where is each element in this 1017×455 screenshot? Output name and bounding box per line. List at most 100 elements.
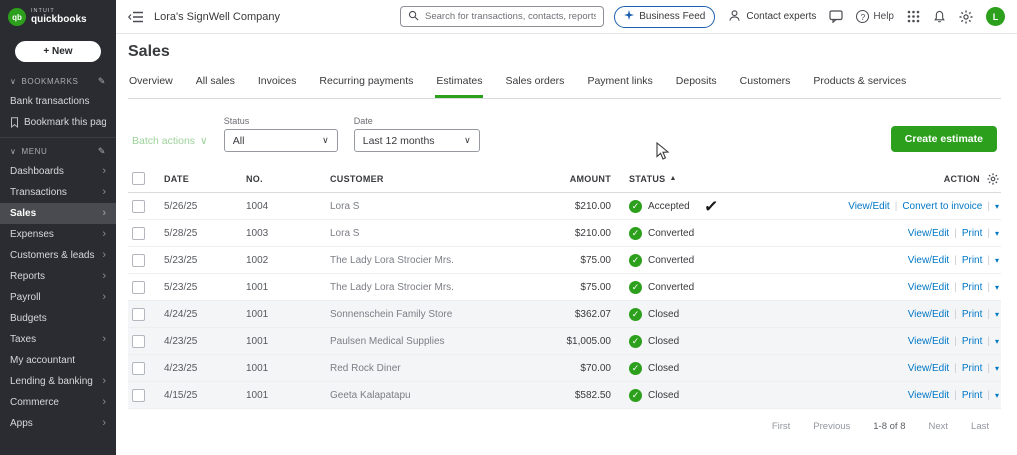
sidebar-item-reports[interactable]: Reports › — [0, 266, 116, 287]
table-row: 5/23/25 1002 The Lady Lora Strocier Mrs.… — [128, 247, 1001, 274]
table-settings-gear-icon[interactable] — [987, 173, 999, 185]
expert-person-icon — [728, 9, 741, 25]
help-button[interactable]: ? Help — [856, 10, 894, 23]
row-checkbox[interactable] — [132, 281, 145, 294]
row-checkbox[interactable] — [132, 254, 145, 267]
print-link[interactable]: Print — [962, 336, 983, 347]
tab-all-sales[interactable]: All sales — [195, 71, 236, 98]
print-link[interactable]: Print — [962, 390, 983, 401]
row-checkbox[interactable] — [132, 362, 145, 375]
sidebar-item-commerce[interactable]: Commerce › — [0, 392, 116, 413]
edit-menu-icon[interactable]: ✎ — [98, 146, 106, 157]
pagination-first[interactable]: First — [772, 421, 790, 432]
user-avatar[interactable]: L — [986, 7, 1005, 26]
select-all-checkbox[interactable] — [132, 172, 145, 185]
sidebar-item-sales[interactable]: Sales › — [0, 203, 116, 224]
action-dropdown-caret[interactable]: ▾ — [995, 337, 999, 346]
row-checkbox[interactable] — [132, 200, 145, 213]
pagination-next[interactable]: Next — [928, 421, 948, 432]
settings-gear-icon[interactable] — [959, 10, 973, 24]
action-cell: View/Edit | Print | ▾ — [811, 228, 1001, 239]
sidebar-item-bank-transactions[interactable]: Bank transactions — [0, 91, 116, 112]
date-filter-select[interactable]: Last 12 months ∨ — [354, 129, 480, 152]
action-dropdown-caret[interactable]: ▾ — [995, 229, 999, 238]
contact-experts-button[interactable]: Contact experts — [728, 9, 816, 25]
view-edit-link[interactable]: View/Edit — [908, 336, 950, 347]
bookmarks-section-header[interactable]: ∨ BOOKMARKS ✎ — [0, 70, 116, 91]
table-row: 5/26/25 1004 Lora S $210.00 ✓ Accepted ✓… — [128, 193, 1001, 220]
chevron-down-icon: ∨ — [464, 135, 471, 146]
chevron-down-icon: ∨ — [10, 77, 16, 86]
sidebar-item-lending-banking[interactable]: Lending & banking › — [0, 371, 116, 392]
action-dropdown-caret[interactable]: ▾ — [995, 283, 999, 292]
row-checkbox[interactable] — [132, 308, 145, 321]
action-cell: View/Edit | Print | ▾ — [811, 336, 1001, 347]
row-checkbox[interactable] — [132, 335, 145, 348]
row-checkbox[interactable] — [132, 389, 145, 402]
view-edit-link[interactable]: View/Edit — [848, 201, 890, 212]
tab-deposits[interactable]: Deposits — [675, 71, 718, 98]
sidebar-item-customers-leads[interactable]: Customers & leads › — [0, 245, 116, 266]
print-link[interactable]: Print — [962, 363, 983, 374]
edit-bookmarks-icon[interactable]: ✎ — [98, 76, 106, 87]
menu-section-header[interactable]: ∨ MENU ✎ — [0, 140, 116, 161]
tab-estimates[interactable]: Estimates — [435, 71, 483, 98]
tab-invoices[interactable]: Invoices — [257, 71, 298, 98]
action-dropdown-caret[interactable]: ▾ — [995, 364, 999, 373]
sidebar-item-bookmark-this-page[interactable]: Bookmark this page — [0, 112, 116, 133]
sidebar-item-apps[interactable]: Apps › — [0, 413, 116, 434]
collapse-sidebar-icon[interactable] — [128, 10, 144, 24]
new-button[interactable]: + New — [15, 41, 101, 62]
view-edit-link[interactable]: View/Edit — [908, 309, 950, 320]
column-header-status[interactable]: STATUS ▲ — [611, 174, 811, 184]
action-dropdown-caret[interactable]: ▾ — [995, 310, 999, 319]
status-cell: ✓ Converted — [611, 254, 811, 267]
action-dropdown-caret[interactable]: ▾ — [995, 202, 999, 211]
tab-sales-orders[interactable]: Sales orders — [504, 71, 565, 98]
sidebar-item-payroll[interactable]: Payroll › — [0, 287, 116, 308]
print-link[interactable]: Print — [962, 309, 983, 320]
view-edit-link[interactable]: View/Edit — [908, 255, 950, 266]
action-cell: View/Edit | Print | ▾ — [811, 282, 1001, 293]
sidebar-item-dashboards[interactable]: Dashboards › — [0, 161, 116, 182]
tab-customers[interactable]: Customers — [739, 71, 792, 98]
action-dropdown-caret[interactable]: ▾ — [995, 256, 999, 265]
apps-grid-icon[interactable] — [907, 10, 920, 23]
view-edit-link[interactable]: View/Edit — [908, 282, 950, 293]
tab-overview[interactable]: Overview — [128, 71, 174, 98]
view-edit-link[interactable]: View/Edit — [908, 228, 950, 239]
main-content: Sales Overview All sales Invoices Recurr… — [116, 34, 1017, 455]
chevron-right-icon: › — [102, 376, 106, 387]
tab-recurring-payments[interactable]: Recurring payments — [318, 71, 414, 98]
row-checkbox[interactable] — [132, 227, 145, 240]
print-link[interactable]: Print — [962, 228, 983, 239]
help-icon: ? — [856, 10, 869, 23]
view-edit-link[interactable]: View/Edit — [908, 390, 950, 401]
sidebar-item-transactions[interactable]: Transactions › — [0, 182, 116, 203]
sidebar-item-taxes[interactable]: Taxes › — [0, 329, 116, 350]
batch-actions-dropdown[interactable]: Batch actions ∨ — [132, 135, 208, 152]
convert-to-invoice-link[interactable]: Convert to invoice — [902, 201, 982, 212]
chevron-right-icon: › — [102, 418, 106, 429]
sidebar: qb intuit quickbooks + New ∨ BOOKMARKS ✎… — [0, 0, 116, 455]
tab-products-services[interactable]: Products & services — [812, 71, 907, 98]
action-dropdown-caret[interactable]: ▾ — [995, 391, 999, 400]
print-link[interactable]: Print — [962, 282, 983, 293]
sidebar-item-expenses[interactable]: Expenses › — [0, 224, 116, 245]
pagination-range: 1-8 of 8 — [873, 421, 905, 432]
filter-bar: Batch actions ∨ Status All ∨ Date Last 1… — [128, 116, 1001, 152]
sidebar-item-budgets[interactable]: Budgets — [0, 308, 116, 329]
sidebar-item-my-accountant[interactable]: My accountant — [0, 350, 116, 371]
status-filter-select[interactable]: All ∨ — [224, 129, 338, 152]
search-input[interactable] — [425, 11, 596, 22]
print-link[interactable]: Print — [962, 255, 983, 266]
view-edit-link[interactable]: View/Edit — [908, 363, 950, 374]
global-search[interactable] — [400, 6, 604, 27]
pagination-previous[interactable]: Previous — [813, 421, 850, 432]
notifications-bell-icon[interactable] — [933, 10, 946, 24]
pagination-last[interactable]: Last — [971, 421, 989, 432]
business-feed-button[interactable]: Business Feed — [614, 6, 715, 28]
tab-payment-links[interactable]: Payment links — [586, 71, 653, 98]
create-estimate-button[interactable]: Create estimate — [891, 126, 997, 152]
feedback-icon[interactable] — [829, 10, 843, 23]
